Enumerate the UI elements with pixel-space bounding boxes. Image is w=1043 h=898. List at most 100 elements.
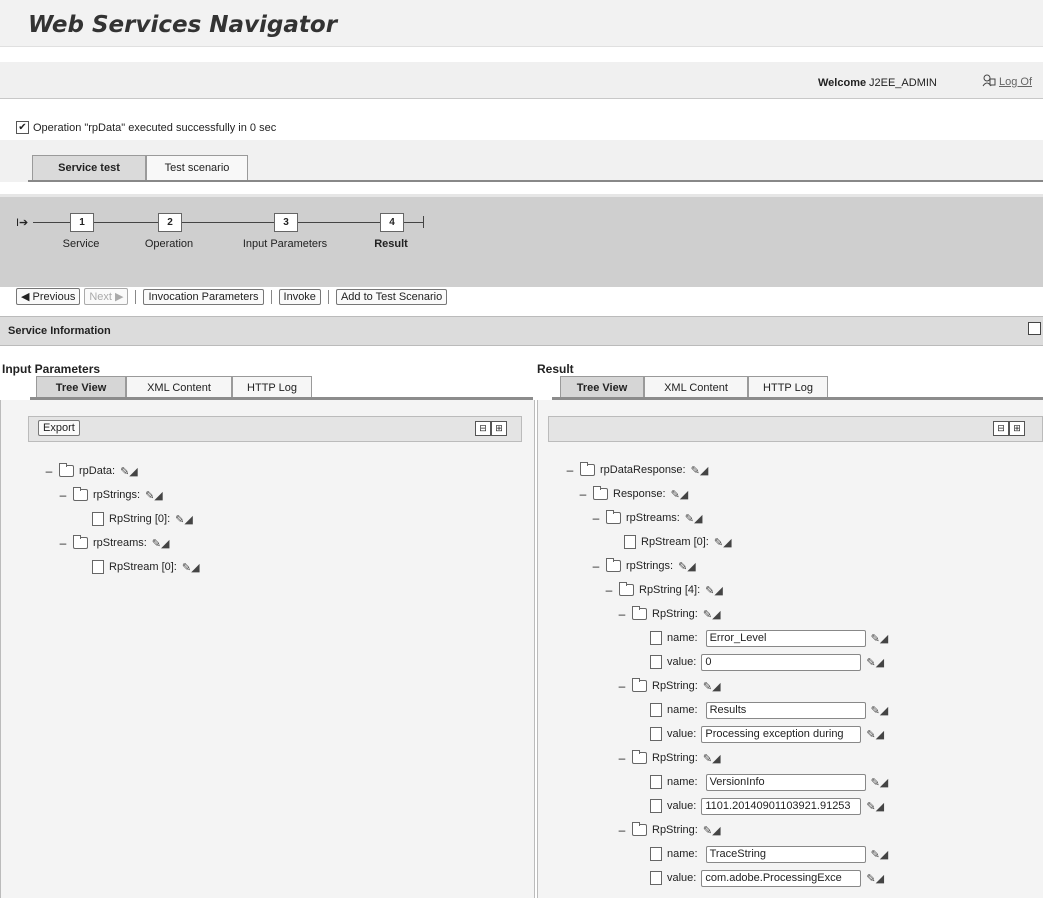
tree-node[interactable]: – RpString: ✎◢ bbox=[617, 819, 721, 841]
tab-service-test[interactable]: Service test bbox=[32, 155, 146, 180]
tree-node[interactable]: RpString [0]: ✎◢ bbox=[92, 508, 193, 530]
tree-node[interactable]: value: 0 ✎◢ bbox=[650, 651, 884, 673]
edit-pencil-icon[interactable]: ✎◢ bbox=[145, 489, 163, 502]
collapse-toggle-icon[interactable]: – bbox=[591, 559, 601, 573]
tree-node-value-field[interactable]: Processing exception during bbox=[701, 725, 862, 743]
edit-pencil-icon[interactable]: ✎◢ bbox=[678, 560, 696, 573]
edit-pencil-icon[interactable]: ✎◢ bbox=[703, 680, 721, 693]
collapse-toggle-icon[interactable]: – bbox=[565, 463, 575, 477]
tree-node-value-field[interactable]: com.adobe.ProcessingExce bbox=[701, 869, 862, 887]
collapse-toggle-icon[interactable]: – bbox=[604, 583, 614, 597]
add-to-test-scenario-button[interactable]: Add to Test Scenario bbox=[335, 288, 448, 305]
edit-pencil-icon[interactable]: ✎◢ bbox=[871, 848, 889, 861]
expand-icon[interactable] bbox=[1028, 322, 1041, 335]
tree-node[interactable]: name: TraceString ✎◢ bbox=[650, 843, 888, 865]
tree-node[interactable]: – rpDataResponse: ✎◢ bbox=[565, 459, 708, 481]
edit-pencil-icon[interactable]: ✎◢ bbox=[685, 512, 703, 525]
collapse-toggle-icon[interactable]: – bbox=[617, 823, 627, 837]
edit-pencil-icon[interactable]: ✎◢ bbox=[182, 561, 200, 574]
service-information-bar[interactable] bbox=[0, 316, 1043, 346]
export-button[interactable]: Export bbox=[38, 420, 80, 436]
edit-pencil-icon[interactable]: ✎◢ bbox=[866, 872, 884, 885]
invocation-parameters-button[interactable]: Invocation Parameters bbox=[143, 288, 264, 305]
edit-pencil-icon[interactable]: ✎◢ bbox=[175, 513, 193, 526]
tab-test-scenario[interactable]: Test scenario bbox=[146, 155, 248, 180]
tree-node-value-field[interactable]: TraceString bbox=[705, 845, 866, 863]
input-tab-http-log[interactable]: HTTP Log bbox=[232, 376, 312, 398]
edit-pencil-icon[interactable]: ✎◢ bbox=[871, 704, 889, 717]
tree-node[interactable]: value: 1101.20140901103921.91253 ✎◢ bbox=[650, 795, 884, 817]
step-2-box[interactable]: 2 bbox=[158, 213, 182, 232]
edit-pencil-icon[interactable]: ✎◢ bbox=[866, 728, 884, 741]
tree-node[interactable]: – rpStrings: ✎◢ bbox=[591, 555, 696, 577]
tree-node[interactable]: – rpStreams: ✎◢ bbox=[58, 532, 169, 554]
tree-node[interactable]: RpStream [0]: ✎◢ bbox=[624, 531, 732, 553]
collapse-toggle-icon[interactable]: – bbox=[578, 487, 588, 501]
tree-node[interactable]: name: Error_Level ✎◢ bbox=[650, 627, 888, 649]
tree-node[interactable]: name: Results ✎◢ bbox=[650, 699, 888, 721]
edit-pencil-icon[interactable]: ✎◢ bbox=[714, 536, 732, 549]
input-tab-xml-content[interactable]: XML Content bbox=[126, 376, 232, 398]
logoff-link[interactable]: Log Of bbox=[982, 74, 1032, 90]
tree-node[interactable]: name: VersionInfo ✎◢ bbox=[650, 771, 888, 793]
tree-node-label: RpString: bbox=[652, 824, 698, 836]
tree-node-label: RpStream [0]: bbox=[109, 561, 177, 573]
previous-button[interactable]: ◀ Previous bbox=[16, 288, 81, 305]
edit-pencil-icon[interactable]: ✎◢ bbox=[703, 608, 721, 621]
tree-node[interactable]: – RpString [4]: ✎◢ bbox=[604, 579, 723, 601]
edit-pencil-icon[interactable]: ✎◢ bbox=[691, 464, 709, 477]
collapse-toggle-icon[interactable]: – bbox=[617, 751, 627, 765]
tree-node-value-field[interactable]: Error_Level bbox=[705, 629, 866, 647]
result-tab-http-log[interactable]: HTTP Log bbox=[748, 376, 828, 398]
tree-node-label: value: bbox=[667, 656, 697, 668]
tree-node[interactable]: – rpStrings: ✎◢ bbox=[58, 484, 163, 506]
expand-all-icon[interactable]: ⊞ bbox=[1009, 421, 1025, 436]
collapse-toggle-icon[interactable]: – bbox=[617, 607, 627, 621]
tree-node[interactable]: – RpString: ✎◢ bbox=[617, 747, 721, 769]
result-tab-xml-content[interactable]: XML Content bbox=[644, 376, 748, 398]
collapse-toggle-icon[interactable]: – bbox=[591, 511, 601, 525]
edit-pencil-icon[interactable]: ✎◢ bbox=[705, 584, 723, 597]
edit-pencil-icon[interactable]: ✎◢ bbox=[703, 752, 721, 765]
collapse-toggle-icon[interactable]: – bbox=[58, 536, 68, 550]
tree-node-label: RpString [4]: bbox=[639, 584, 701, 596]
step-1-box[interactable]: 1 bbox=[70, 213, 94, 232]
tree-node[interactable]: – RpString: ✎◢ bbox=[617, 675, 721, 697]
result-tab-tree-view[interactable]: Tree View bbox=[560, 376, 644, 398]
tree-node[interactable]: RpStream [0]: ✎◢ bbox=[92, 556, 200, 578]
edit-pencil-icon[interactable]: ✎◢ bbox=[871, 776, 889, 789]
tree-node[interactable]: value: Processing exception during ✎◢ bbox=[650, 723, 884, 745]
tree-node-value-field[interactable]: Results bbox=[705, 701, 866, 719]
collapse-toggle-icon[interactable]: – bbox=[617, 679, 627, 693]
edit-pencil-icon[interactable]: ✎◢ bbox=[866, 800, 884, 813]
step-connector bbox=[182, 222, 274, 223]
tree-node-value-field[interactable]: 0 bbox=[701, 653, 862, 671]
collapse-all-icon[interactable]: ⊟ bbox=[475, 421, 491, 436]
input-tab-tree-view[interactable]: Tree View bbox=[36, 376, 126, 398]
collapse-all-icon[interactable]: ⊟ bbox=[993, 421, 1009, 436]
collapse-toggle-icon[interactable]: – bbox=[58, 488, 68, 502]
edit-pencil-icon[interactable]: ✎◢ bbox=[703, 824, 721, 837]
collapse-toggle-icon[interactable]: – bbox=[44, 464, 54, 478]
tree-node-label: name: bbox=[667, 632, 698, 644]
edit-pencil-icon[interactable]: ✎◢ bbox=[671, 488, 689, 501]
next-button[interactable]: Next ▶ bbox=[84, 288, 129, 305]
document-icon bbox=[650, 847, 662, 861]
tree-node[interactable]: – rpStreams: ✎◢ bbox=[591, 507, 702, 529]
tree-node[interactable]: – Response: ✎◢ bbox=[578, 483, 688, 505]
expand-all-icon[interactable]: ⊞ bbox=[491, 421, 507, 436]
invoke-button[interactable]: Invoke bbox=[278, 288, 321, 305]
tree-node-value-field[interactable]: 1101.20140901103921.91253 bbox=[701, 797, 862, 815]
edit-pencil-icon[interactable]: ✎◢ bbox=[866, 656, 884, 669]
tree-node-value-field[interactable]: VersionInfo bbox=[705, 773, 866, 791]
tree-node-label: RpString [0]: bbox=[109, 513, 171, 525]
step-3-box[interactable]: 3 bbox=[274, 213, 298, 232]
edit-pencil-icon[interactable]: ✎◢ bbox=[120, 465, 138, 478]
edit-pencil-icon[interactable]: ✎◢ bbox=[871, 632, 889, 645]
edit-pencil-icon[interactable]: ✎◢ bbox=[152, 537, 170, 550]
tree-node-label: name: bbox=[667, 704, 698, 716]
step-4-box[interactable]: 4 bbox=[380, 213, 404, 232]
tree-node[interactable]: – rpData: ✎◢ bbox=[44, 460, 138, 482]
tree-node[interactable]: value: com.adobe.ProcessingExce ✎◢ bbox=[650, 867, 884, 889]
tree-node[interactable]: – RpString: ✎◢ bbox=[617, 603, 721, 625]
